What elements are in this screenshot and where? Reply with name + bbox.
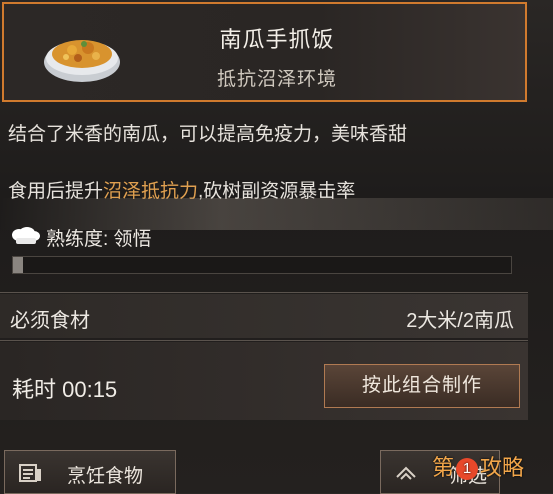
chef-hat-icon	[12, 227, 40, 244]
recipe-description: 结合了米香的南瓜，可以提高免疫力，美味香甜	[8, 124, 408, 145]
watermark: 第 1 攻略	[432, 450, 524, 482]
proficiency-bar	[12, 256, 512, 274]
proficiency-fill	[13, 257, 23, 273]
craft-button[interactable]: 按此组合制作	[324, 364, 520, 408]
time-row: 耗时 00:15 按此组合制作	[0, 342, 528, 420]
divider	[0, 340, 528, 341]
watermark-badge: 1	[456, 458, 479, 481]
divider	[0, 292, 528, 293]
recipe-header: 南瓜手抓饭 抵抗沼泽环境	[2, 2, 527, 102]
cook-food-button[interactable]: 烹饪食物	[4, 450, 176, 494]
list-icon	[19, 464, 41, 482]
cook-food-label: 烹饪食物	[67, 466, 144, 487]
ingredients-label: 必须食材	[10, 310, 90, 332]
proficiency-label: 熟练度: 领悟	[46, 229, 152, 250]
pumpkin-rice-bowl-icon	[44, 40, 120, 82]
cook-time-label: 耗时 00:15	[12, 377, 118, 402]
filter-icon	[396, 466, 416, 480]
ingredients-row: 必须食材 2大米/2南瓜	[0, 294, 528, 338]
recipe-subtitle: 抵抗沼泽环境	[216, 69, 337, 90]
recipe-title: 南瓜手抓饭	[219, 27, 335, 52]
ingredients-value: 2大米/2南瓜	[406, 310, 514, 332]
watermark-text: 第	[432, 455, 455, 480]
watermark-text: 攻略	[480, 455, 525, 480]
